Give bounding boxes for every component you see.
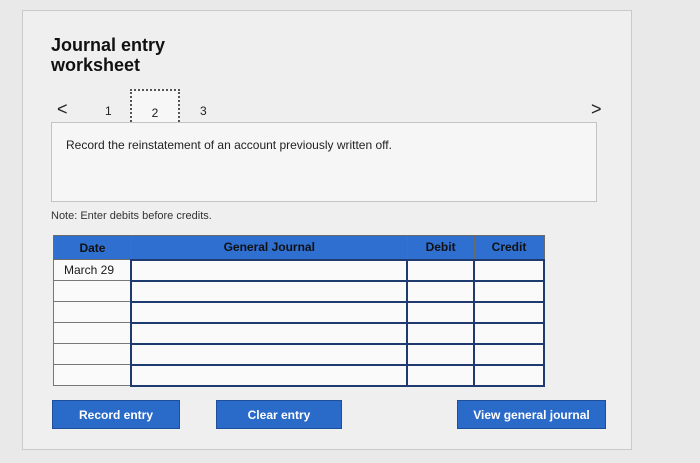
- header-credit: Credit: [473, 235, 545, 260]
- date-cell[interactable]: March 29: [53, 259, 132, 281]
- debit-input[interactable]: [408, 344, 474, 364]
- account-cell: [130, 258, 409, 282]
- account-input[interactable]: [132, 281, 407, 301]
- credit-cell: [473, 342, 545, 366]
- debit-input[interactable]: [408, 302, 474, 322]
- debit-cell: [406, 279, 476, 303]
- prev-page-arrow-icon[interactable]: <: [57, 99, 68, 120]
- table-header-row: Date General Journal Debit Credit: [53, 235, 545, 260]
- table-row: [53, 321, 545, 345]
- header-general-journal: General Journal: [130, 235, 408, 260]
- debit-cell: [406, 300, 476, 324]
- debit-input[interactable]: [408, 323, 474, 343]
- date-cell[interactable]: [53, 322, 132, 344]
- instruction-box: Record the reinstatement of an account p…: [51, 122, 597, 202]
- account-cell: [130, 342, 409, 366]
- journal-table: Date General Journal Debit Credit March …: [53, 235, 545, 387]
- account-input[interactable]: [132, 260, 407, 280]
- account-cell: [130, 321, 409, 345]
- clear-entry-button[interactable]: Clear entry: [216, 400, 342, 429]
- credit-input[interactable]: [475, 260, 543, 280]
- date-cell[interactable]: [53, 343, 132, 365]
- credit-cell: [473, 363, 545, 387]
- page-tab-3[interactable]: 3: [200, 104, 207, 118]
- account-cell: [130, 300, 409, 324]
- header-date: Date: [53, 235, 132, 260]
- account-cell: [130, 363, 409, 387]
- debit-input[interactable]: [408, 365, 474, 385]
- view-general-journal-button[interactable]: View general journal: [457, 400, 606, 429]
- debit-input[interactable]: [408, 281, 474, 301]
- table-row: [53, 279, 545, 303]
- note-text: Note: Enter debits before credits.: [51, 210, 212, 222]
- instruction-text: Record the reinstatement of an account p…: [66, 138, 392, 152]
- credit-cell: [473, 258, 545, 282]
- debit-cell: [406, 321, 476, 345]
- credit-cell: [473, 300, 545, 324]
- account-input[interactable]: [132, 302, 407, 322]
- record-entry-button[interactable]: Record entry: [52, 400, 180, 429]
- date-cell[interactable]: [53, 280, 132, 302]
- credit-cell: [473, 321, 545, 345]
- table-row: [53, 342, 545, 366]
- credit-cell: [473, 279, 545, 303]
- table-row: [53, 363, 545, 387]
- debit-cell: [406, 258, 476, 282]
- next-page-arrow-icon[interactable]: >: [591, 99, 602, 120]
- debit-cell: [406, 363, 476, 387]
- debit-input[interactable]: [408, 260, 474, 280]
- credit-input[interactable]: [475, 365, 543, 385]
- date-cell[interactable]: [53, 364, 132, 386]
- credit-input[interactable]: [475, 281, 543, 301]
- date-cell[interactable]: [53, 301, 132, 323]
- account-input[interactable]: [132, 365, 407, 385]
- account-input[interactable]: [132, 344, 407, 364]
- debit-cell: [406, 342, 476, 366]
- journal-worksheet-panel: Journal entry worksheet < 1 2 3 > Record…: [22, 10, 632, 450]
- worksheet-title: Journal entry worksheet: [51, 35, 166, 75]
- table-row: [53, 300, 545, 324]
- table-row: March 29: [53, 258, 545, 282]
- page-tab-1[interactable]: 1: [105, 104, 112, 118]
- account-cell: [130, 279, 409, 303]
- header-debit: Debit: [406, 235, 475, 260]
- credit-input[interactable]: [475, 302, 543, 322]
- page-tab-2-label: 2: [151, 106, 159, 120]
- credit-input[interactable]: [475, 323, 543, 343]
- account-input[interactable]: [132, 323, 407, 343]
- credit-input[interactable]: [475, 344, 543, 364]
